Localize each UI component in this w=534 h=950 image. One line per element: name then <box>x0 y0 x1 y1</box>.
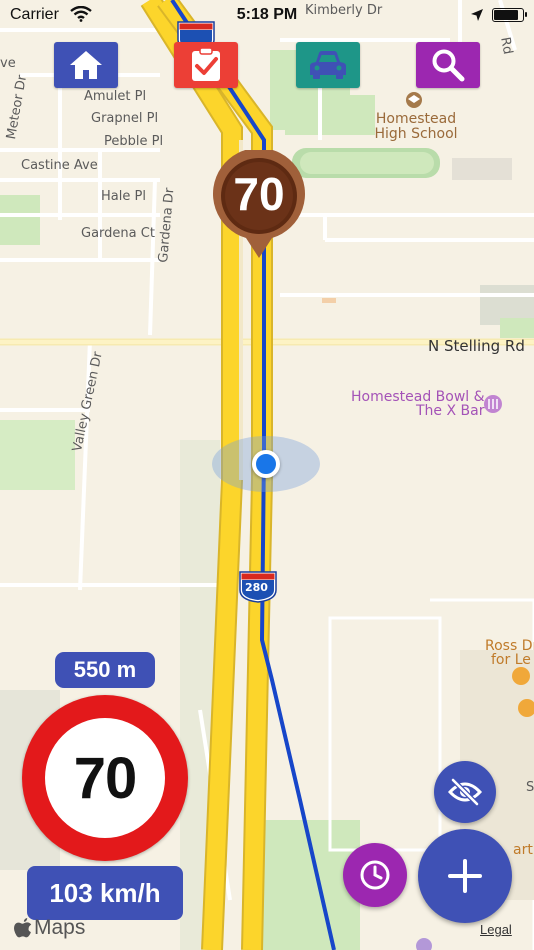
home-icon <box>70 51 102 79</box>
poi-label-school[interactable]: Homestead High School <box>374 112 458 142</box>
hide-alerts-button[interactable] <box>434 761 496 823</box>
status-bar: Carrier 5:18 PM <box>0 0 534 30</box>
distance-to-limit-badge: 550 m <box>55 652 155 688</box>
checklist-button[interactable] <box>174 42 238 88</box>
legal-link[interactable]: Legal <box>480 922 512 937</box>
maps-attribution: Maps <box>14 916 85 940</box>
status-time: 5:18 PM <box>236 6 298 23</box>
user-location-dot[interactable] <box>252 450 280 478</box>
speed-limit-map-marker[interactable]: 70 <box>212 150 306 260</box>
street-label-pebble: Pebble Pl <box>104 134 164 149</box>
street-label-stelling: N Stelling Rd <box>428 337 525 355</box>
apple-logo-icon <box>14 917 32 937</box>
street-label-gardena-ct: Gardena Ct <box>81 226 155 241</box>
current-speed-badge: 103 km/h <box>27 866 183 920</box>
speed-limit-sign[interactable]: 70 <box>22 695 188 861</box>
street-label-castine: Castine Ave <box>21 158 98 173</box>
car-icon <box>310 51 346 79</box>
home-button[interactable] <box>54 42 118 88</box>
highway-shield-label: 280 <box>245 581 268 594</box>
street-label-ve: ve <box>0 56 16 71</box>
eye-off-icon <box>448 778 482 806</box>
street-label-amulet: Amulet Pl <box>84 89 147 104</box>
maps-label: Maps <box>34 916 86 939</box>
add-alert-button[interactable] <box>418 829 512 923</box>
clock-icon <box>360 860 390 890</box>
battery-icon <box>492 8 527 22</box>
street-label-grapnel: Grapnel Pl <box>91 111 159 126</box>
poi-label-bowl-line2[interactable]: The X Bar <box>416 404 484 419</box>
plus-icon <box>448 859 482 893</box>
poi-label-school-text: Homestead High School <box>374 111 458 142</box>
check-icon <box>192 47 220 81</box>
poi-label-art[interactable]: art <box>513 843 533 858</box>
street-label-rd-top: Rd <box>497 36 516 56</box>
street-label-hale: Hale Pl <box>101 189 146 204</box>
history-button[interactable] <box>343 843 407 907</box>
search-button[interactable] <box>416 42 480 88</box>
location-arrow-icon <box>471 9 483 21</box>
poi-label-ross-line2[interactable]: for Le <box>491 653 531 668</box>
speed-limit-value: 70 <box>45 718 165 838</box>
street-label-s-right: S <box>526 780 534 795</box>
map-marker-speed-value: 70 <box>233 168 285 220</box>
vehicle-button[interactable] <box>296 42 360 88</box>
search-icon <box>432 49 465 82</box>
